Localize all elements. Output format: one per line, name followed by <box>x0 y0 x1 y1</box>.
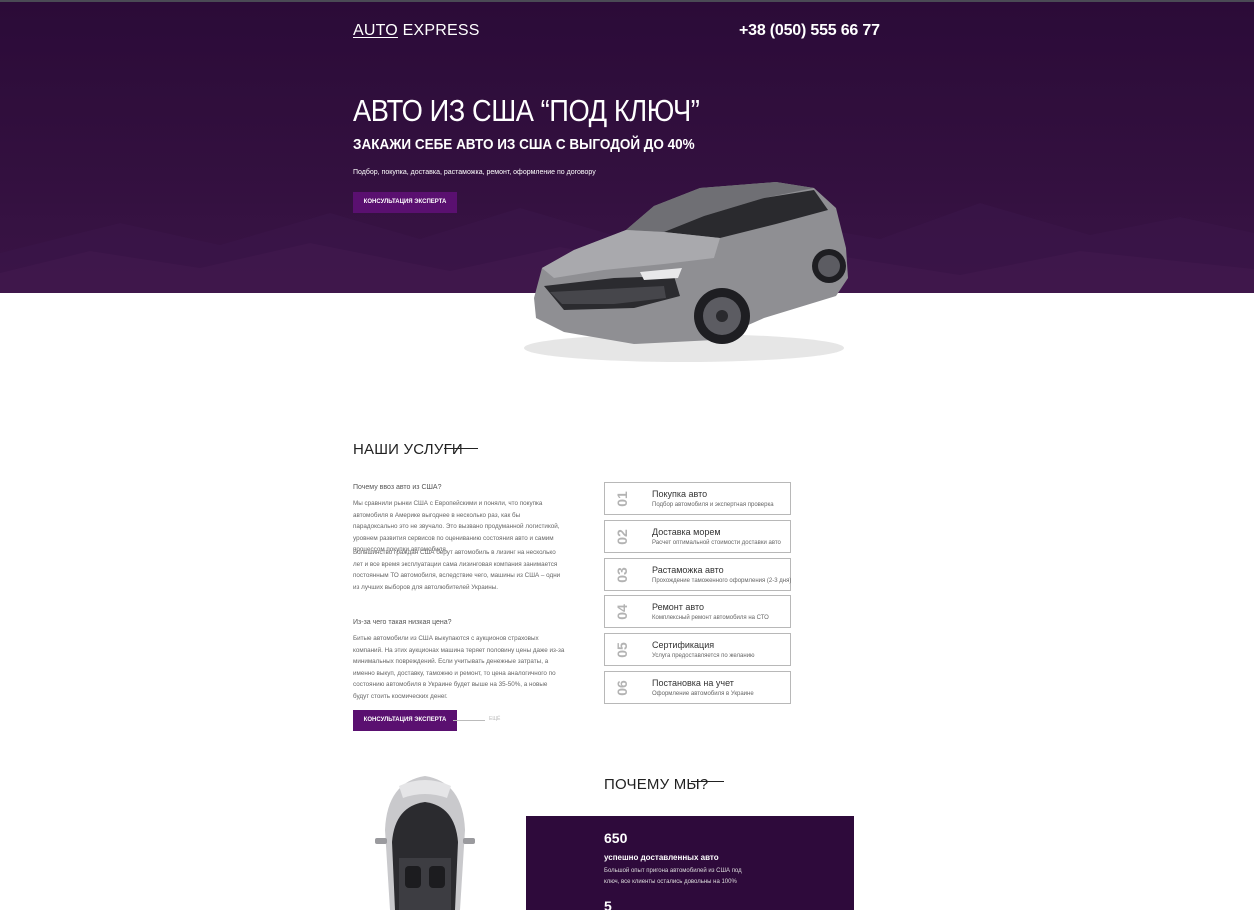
hero-subtitle: ЗАКАЖИ СЕБЕ АВТО ИЗ США С ВЫГОДОЙ ДО 40% <box>353 136 695 153</box>
service-desc: Комплексный ремонт автомобиля на СТО <box>652 615 769 621</box>
service-number: 06 <box>614 680 630 696</box>
service-number: 01 <box>614 491 630 507</box>
stat-number: 650 <box>604 830 628 846</box>
service-number: 03 <box>614 567 630 583</box>
hero-consult-button[interactable]: КОНСУЛЬТАЦИЯ ЭКСПЕРТА <box>353 192 457 213</box>
service-name: Сертификация <box>652 640 715 650</box>
service-item[interactable]: 04 Ремонт авто Комплексный ремонт автомо… <box>604 595 791 628</box>
logo-auto: AUTO <box>353 22 398 39</box>
car-top-view-image <box>375 776 475 910</box>
car-image <box>524 182 848 362</box>
logo-express: EXPRESS <box>397 22 480 39</box>
stat-number: 5 <box>604 898 612 910</box>
service-desc: Оформление автомобиля в Украине <box>652 691 754 697</box>
services-title: НАШИ УСЛУГИ <box>353 441 463 458</box>
button-decor-line <box>453 720 485 721</box>
services-title-line <box>444 448 478 449</box>
service-name: Доставка морем <box>652 527 721 537</box>
why-title-line <box>691 781 724 782</box>
service-item[interactable]: 03 Растаможка авто Прохождение таможенно… <box>604 558 791 591</box>
phone-number[interactable]: +38 (050) 555 66 77 <box>739 22 880 40</box>
service-desc: Расчет оптимальной стоимости доставки ав… <box>652 540 781 546</box>
services-question-1: Почему ввоз авто из США? <box>353 484 442 491</box>
service-name: Ремонт авто <box>652 602 705 612</box>
service-desc: Подбор автомобиля и экспертная проверка <box>652 502 774 508</box>
service-number: 02 <box>614 529 630 545</box>
services-paragraph-2: Большинство граждан США берут автомобиль… <box>353 549 561 591</box>
service-item[interactable]: 01 Покупка авто Подбор автомобиля и эксп… <box>604 482 791 515</box>
service-number: 04 <box>614 604 630 620</box>
hero-title: АВТО ИЗ США “ПОД КЛЮЧ” <box>353 93 700 128</box>
why-title: ПОЧЕМУ МЫ? <box>604 776 709 793</box>
stats-box: 650 успешно доставленных авто Большой оп… <box>526 816 854 910</box>
services-question-2: Из-за чего такая низкая цена? <box>353 619 452 626</box>
service-item[interactable]: 06 Постановка на учет Оформление автомоб… <box>604 671 791 704</box>
services-consult-button[interactable]: КОНСУЛЬТАЦИЯ ЭКСПЕРТА <box>353 710 457 731</box>
service-name: Растаможка авто <box>652 565 724 575</box>
services-paragraph-3: Битые автомобили из США выкупаются с аук… <box>353 635 565 700</box>
service-item[interactable]: 05 Сертификация Услуга предоставляется п… <box>604 633 791 666</box>
service-item[interactable]: 02 Доставка морем Расчет оптимальной сто… <box>604 520 791 553</box>
logo[interactable]: AUTO EXPRESS <box>353 22 480 40</box>
stat-description: Большой опыт пригона автомобилей из США … <box>604 868 742 885</box>
service-name: Покупка авто <box>652 489 708 499</box>
service-desc: Прохождение таможенного оформления (2-3 … <box>652 578 792 584</box>
button-note: ЕЩЁ <box>489 716 501 722</box>
service-number: 05 <box>614 642 630 658</box>
service-desc: Услуга предоставляется по желанию <box>652 653 755 659</box>
service-name: Постановка на учет <box>652 678 734 688</box>
stat-label: успешно доставленных авто <box>604 853 719 862</box>
